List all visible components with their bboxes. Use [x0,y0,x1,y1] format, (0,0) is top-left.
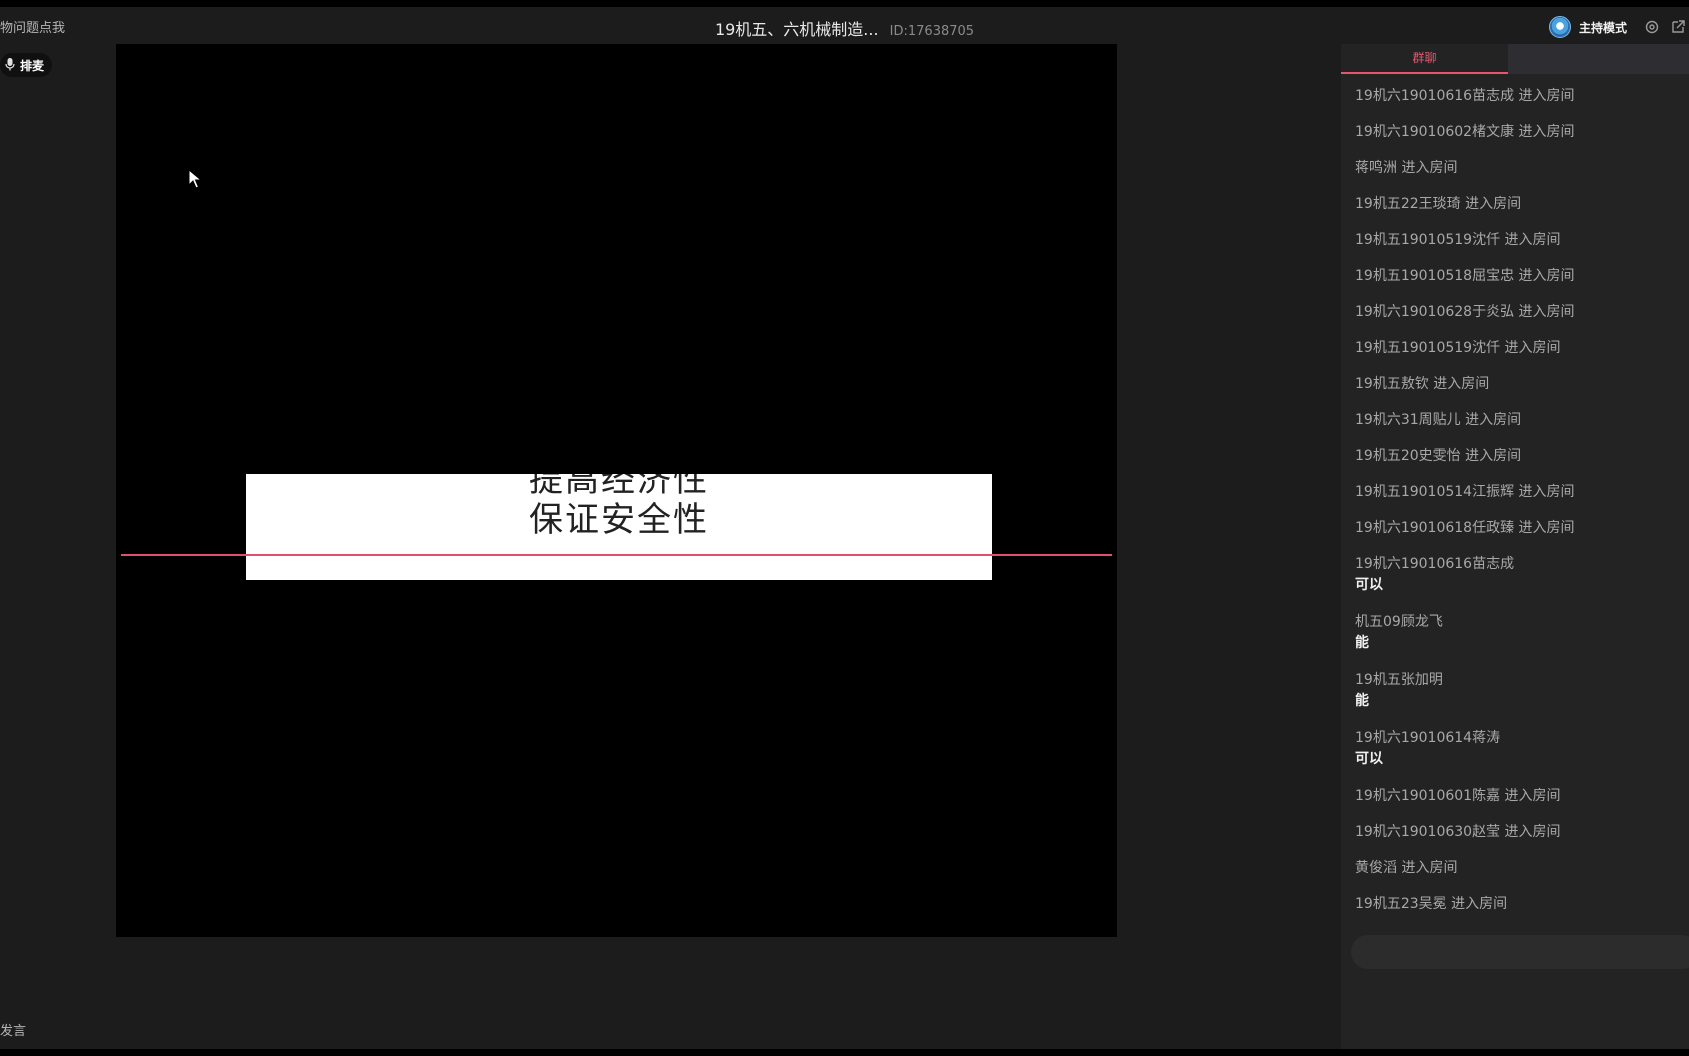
chat-user-name: 19机六19010602楮文康 [1355,124,1515,140]
chat-join-notice: 19机六19010628于炎弘 进入房间 [1355,294,1689,330]
chat-join-text: 进入房间 [1518,268,1575,284]
chat-message-list: 19机六19010616苗志成 进入房间 19机六19010602楮文康 进入房间… [1355,78,1689,922]
mouse-cursor-icon [188,168,203,193]
chat-sender-name: 机五09顾龙飞 [1355,614,1443,630]
chat-join-notice: 19机六31周贴儿 进入房间 [1355,402,1689,438]
chat-user-name: 19机五19010514江振辉 [1355,484,1515,500]
chat-join-notice: 蒋鸣洲 进入房间 [1355,150,1689,186]
chat-user-name: 19机五19010518屈宝忠 [1355,268,1515,284]
chat-message: 机五09顾龙飞能 [1355,604,1689,662]
room-title: 19机五、六机械制造... [714,20,879,39]
chat-join-text: 进入房间 [1465,448,1522,464]
chat-message: 19机六19010616苗志成 可以 [1355,546,1689,604]
chat-user-name: 19机六31周贴儿 [1355,412,1461,428]
chat-user-name: 19机五19010519沈仟 [1355,232,1501,248]
chat-input[interactable] [1351,935,1689,969]
chat-join-notice: 19机五20史雯怡 进入房间 [1355,438,1689,474]
chat-join-notice: 19机五19010519沈仟 进入房间 [1355,222,1689,258]
annotation-line [121,554,1112,556]
chat-user-name: 19机六19010616苗志成 [1355,88,1515,104]
host-controls: 主持模式 [1548,13,1689,41]
settings-gear-icon[interactable] [1643,18,1661,36]
speak-label[interactable]: 发言 [0,1020,26,1039]
chat-user-name: 19机六19010618任政臻 [1355,520,1515,536]
queue-button[interactable]: 排麦 [0,53,53,77]
title-bar: 物问题点我 19机五、六机械制造... ID:17638705 主持模式 [0,7,1689,47]
chat-user-name: 19机六19010630赵莹 [1355,824,1501,840]
chat-join-notice: 19机五22王琰琦 进入房间 [1355,186,1689,222]
chat-join-text: 进入房间 [1518,124,1575,140]
chat-panel: 群聊 19机六19010616苗志成 进入房间 19机六19010602楮文康 进… [1341,44,1689,1049]
avatar[interactable] [1548,16,1571,38]
tab-other[interactable] [1508,44,1689,74]
chat-tabs: 群聊 [1341,44,1689,74]
microphone-icon [4,56,16,75]
chat-user-name: 19机五19010519沈仟 [1355,340,1501,356]
room-title-group: 19机五、六机械制造... ID:17638705 [0,16,1689,40]
room-id: ID:17638705 [889,24,975,39]
chat-join-text: 进入房间 [1433,376,1490,392]
chat-join-text: 进入房间 [1518,88,1575,104]
chat-join-text: 进入房间 [1518,520,1575,536]
chat-join-notice: 19机五23吴冕 进入房间 [1355,886,1689,922]
chat-user-name: 19机六19010601陈嘉 [1355,788,1501,804]
chat-user-name: 19机五20史雯怡 [1355,448,1461,464]
chat-join-notice: 19机六19010602楮文康 进入房间 [1355,114,1689,150]
popout-icon[interactable] [1669,18,1687,36]
chat-message-text: 可以 [1355,577,1383,593]
chat-sender-name: 19机六19010614蒋涛 [1355,730,1501,746]
app-window: 物问题点我 19机五、六机械制造... ID:17638705 主持模式 排麦 … [0,7,1689,1049]
chat-join-notice: 黄俊滔 进入房间 [1355,850,1689,886]
chat-user-name: 黄俊滔 [1355,860,1397,876]
chat-user-name: 蒋鸣洲 [1355,160,1397,176]
slide-content: 提高经济性 保证安全性 [246,474,992,580]
chat-user-name: 19机五敖钦 [1355,376,1429,392]
chat-join-text: 进入房间 [1401,860,1458,876]
chat-join-text: 进入房间 [1504,232,1561,248]
chat-join-notice: 19机五19010518屈宝忠 进入房间 [1355,258,1689,294]
chat-message: 19机六19010614蒋涛 可以 [1355,720,1689,778]
chat-join-text: 进入房间 [1465,196,1522,212]
chat-join-text: 进入房间 [1465,412,1522,428]
chat-user-name: 19机五23吴冕 [1355,896,1447,912]
chat-join-notice: 19机五19010519沈仟 进入房间 [1355,330,1689,366]
chat-join-notice: 19机六19010616苗志成 进入房间 [1355,78,1689,114]
chat-sender-name: 19机五张加明 [1355,672,1443,688]
chat-user-name: 19机五22王琰琦 [1355,196,1461,212]
chat-join-notice: 19机五敖钦 进入房间 [1355,366,1689,402]
chat-join-notice: 19机六19010630赵莹 进入房间 [1355,814,1689,850]
chat-join-text: 进入房间 [1504,788,1561,804]
slide-main-line: 保证安全性 [529,500,709,540]
chat-join-text: 进入房间 [1518,304,1575,320]
chat-join-notice: 19机六19010618任政臻 进入房间 [1355,510,1689,546]
host-mode-label[interactable]: 主持模式 [1579,19,1627,36]
tab-group-chat[interactable]: 群聊 [1341,44,1508,74]
chat-join-notice: 19机六19010601陈嘉 进入房间 [1355,778,1689,814]
queue-label: 排麦 [20,58,45,73]
chat-message-text: 能 [1355,693,1369,709]
chat-join-text: 进入房间 [1518,484,1575,500]
chat-join-text: 进入房间 [1504,824,1561,840]
chat-join-text: 进入房间 [1504,340,1561,356]
chat-join-text: 进入房间 [1451,896,1508,912]
chat-join-notice: 19机五19010514江振辉 进入房间 [1355,474,1689,510]
chat-sender-name: 19机六19010616苗志成 [1355,556,1515,572]
chat-message-text: 可以 [1355,751,1383,767]
chat-join-text: 进入房间 [1401,160,1458,176]
chat-message: 19机五张加明能 [1355,662,1689,720]
presentation-stage: 提高经济性 保证安全性 [116,44,1117,937]
chat-user-name: 19机六19010628于炎弘 [1355,304,1515,320]
chat-message-text: 能 [1355,635,1369,651]
